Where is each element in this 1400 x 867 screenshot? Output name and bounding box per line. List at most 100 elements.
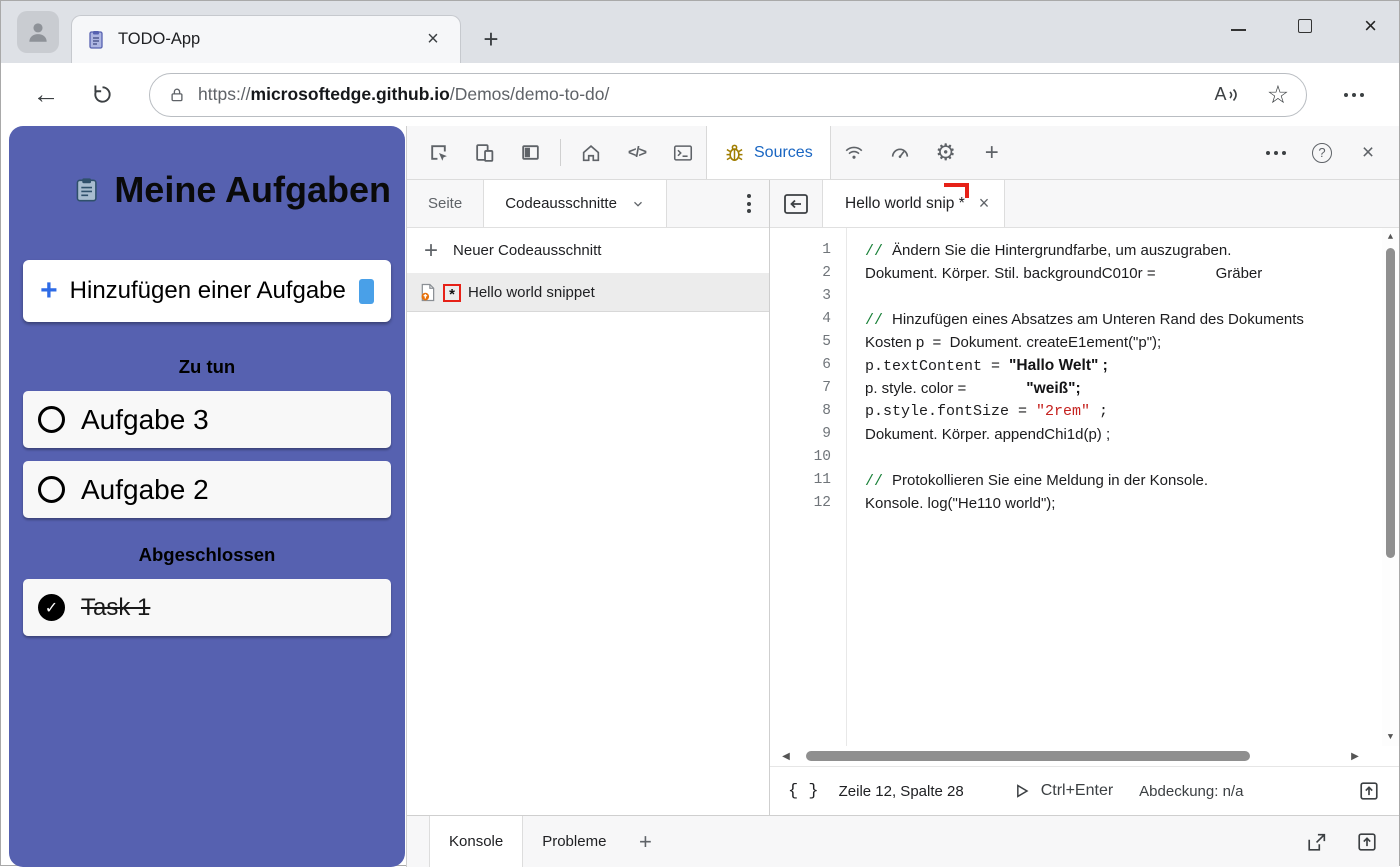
editor-tab[interactable]: Hello world snip * × — [822, 180, 1005, 227]
devtools-body: Seite Codeausschnitte + Neuer Codeaussch… — [407, 180, 1399, 815]
task-item[interactable]: Aufgabe 2 — [23, 461, 391, 518]
tab-snippets[interactable]: Codeausschnitte — [483, 180, 667, 227]
line-number[interactable]: 1 — [770, 239, 831, 262]
task-checked-icon[interactable]: ✓ — [38, 594, 65, 621]
text-cursor-highlight — [359, 279, 374, 304]
new-tab-button[interactable]: + — [475, 23, 507, 55]
deploy-button[interactable] — [1357, 780, 1381, 802]
inspect-element-button[interactable] — [415, 126, 461, 179]
address-bar[interactable]: https://microsoftedge.github.io/Demos/de… — [149, 73, 1307, 117]
line-number[interactable]: 10 — [770, 446, 831, 469]
task-label: Task 1 — [81, 594, 150, 622]
horizontal-scrollbar-thumb[interactable] — [806, 751, 1250, 761]
code-segment: p. style. color = — [865, 380, 966, 397]
devtools-menu-button[interactable] — [1253, 126, 1299, 179]
more-tools-button[interactable]: + — [969, 126, 1015, 179]
line-number[interactable]: 12 — [770, 492, 831, 515]
read-aloud-letter: A — [1214, 84, 1226, 105]
scroll-down-icon[interactable]: ▼ — [1388, 731, 1393, 743]
line-number[interactable]: 2 — [770, 262, 831, 285]
home-icon — [580, 142, 602, 164]
network-conditions-button[interactable] — [831, 126, 877, 179]
run-snippet-button[interactable]: Ctrl+Enter — [1012, 781, 1113, 801]
code-editor[interactable]: 123456789101112 // Ändern Sie die Hinter… — [770, 228, 1399, 746]
site-info-lock-icon[interactable] — [168, 85, 186, 105]
url-host: microsoftedge.github.io — [251, 84, 450, 104]
scroll-up-icon[interactable]: ▲ — [1388, 231, 1393, 243]
refresh-button[interactable] — [79, 72, 125, 118]
navigator-toggle-button[interactable] — [770, 180, 822, 227]
bug-icon — [724, 142, 745, 163]
devtools-help-button[interactable]: ? — [1299, 126, 1345, 179]
device-toolbar-button[interactable] — [461, 126, 507, 179]
code-segment: Kosten p = Dokument. createE1ement("p"); — [865, 334, 1161, 351]
line-number[interactable]: 4 — [770, 308, 831, 331]
drawer-tab-console[interactable]: Konsole — [429, 816, 523, 867]
window-minimize-button[interactable] — [1231, 29, 1246, 31]
welcome-panel-button[interactable] — [568, 126, 614, 179]
dock-side-button[interactable] — [507, 126, 553, 179]
add-task-button[interactable]: + Hinzufügen einer Aufgabe — [23, 260, 391, 322]
vertical-scrollbar[interactable]: ▲ ▼ — [1382, 228, 1399, 746]
vertical-scrollbar-thumb[interactable] — [1386, 248, 1395, 558]
url-text[interactable]: https://microsoftedge.github.io/Demos/de… — [198, 84, 1194, 105]
scroll-right-icon[interactable]: ▶ — [1347, 751, 1363, 762]
console-panel-button[interactable] — [660, 126, 706, 179]
favorites-star-icon[interactable]: ☆ — [1258, 76, 1298, 114]
wifi-icon — [843, 142, 865, 164]
coverage-status: Abdeckung: n/a — [1139, 783, 1243, 800]
task-item[interactable]: Aufgabe 3 — [23, 391, 391, 448]
open-in-window-icon[interactable] — [1305, 831, 1329, 853]
settings-button[interactable]: ⚙ — [923, 126, 969, 179]
devtools-close-button[interactable]: × — [1345, 126, 1391, 179]
sidebar-overflow-menu[interactable] — [729, 180, 769, 227]
code-content[interactable]: // Ändern Sie die Hintergrundfarbe, um a… — [846, 228, 1399, 746]
todo-task-list: Aufgabe 3 Aufgabe 2 — [23, 391, 391, 518]
browser-window: { "window": { "tab_title": "TODO-App", "… — [0, 0, 1400, 866]
new-snippet-button[interactable]: + Neuer Codeausschnitt — [407, 228, 769, 274]
elements-panel-button[interactable]: </> — [614, 126, 660, 179]
tab-close-icon[interactable]: × — [420, 27, 446, 53]
window-maximize-button[interactable] — [1298, 19, 1312, 33]
red-annotation-marker — [944, 183, 969, 198]
add-task-label: Hinzufügen einer Aufgabe — [70, 277, 346, 305]
profile-avatar[interactable] — [17, 11, 59, 53]
pretty-print-button[interactable]: { } — [788, 782, 819, 801]
read-aloud-button[interactable]: A — [1206, 76, 1246, 114]
line-number[interactable]: 11 — [770, 469, 831, 492]
back-button[interactable]: ← — [23, 72, 69, 118]
window-close-button[interactable]: × — [1364, 15, 1377, 37]
code-segment: "Hallo Welt" ; — [1009, 357, 1108, 374]
new-snippet-label: Neuer Codeausschnitt — [453, 242, 601, 259]
drawer-tab-problems[interactable]: Probleme — [523, 816, 625, 867]
line-number[interactable]: 8 — [770, 400, 831, 423]
sound-waves-icon — [1229, 86, 1238, 104]
horizontal-scrollbar[interactable]: ◀ ▶ — [770, 746, 1399, 766]
line-number[interactable]: 9 — [770, 423, 831, 446]
task-checkbox-icon[interactable] — [38, 406, 65, 433]
line-number[interactable]: 6 — [770, 354, 831, 377]
code-segment: // — [865, 312, 892, 329]
box-up-arrow-icon[interactable] — [1355, 831, 1379, 853]
browser-tab[interactable]: TODO-App × — [71, 15, 461, 63]
drawer-more-tabs-button[interactable]: + — [625, 816, 665, 867]
code-segment: // — [865, 473, 892, 490]
scroll-left-icon[interactable]: ◀ — [778, 751, 794, 762]
snippet-list-item[interactable]: * Hello world snippet — [407, 274, 769, 312]
line-number[interactable]: 3 — [770, 285, 831, 308]
devtools-drawer: Konsole Probleme + — [407, 815, 1399, 867]
tab-favicon-icon — [86, 30, 106, 50]
tab-page[interactable]: Seite — [407, 180, 483, 227]
line-number[interactable]: 7 — [770, 377, 831, 400]
window-controls: × — [1231, 15, 1377, 37]
sources-panel-tab[interactable]: Sources — [706, 126, 831, 179]
editor-tab-close-icon[interactable]: × — [979, 193, 990, 214]
code-line: // Ändern Sie die Hintergrundfarbe, um a… — [865, 239, 1375, 262]
line-number[interactable]: 5 — [770, 331, 831, 354]
task-label: Aufgabe 3 — [81, 404, 209, 436]
task-checkbox-icon[interactable] — [38, 476, 65, 503]
horizontal-scrollbar-track[interactable] — [794, 751, 1347, 761]
performance-panel-button[interactable] — [877, 126, 923, 179]
task-item[interactable]: ✓ Task 1 — [23, 579, 391, 636]
browser-menu-button[interactable] — [1331, 72, 1377, 118]
